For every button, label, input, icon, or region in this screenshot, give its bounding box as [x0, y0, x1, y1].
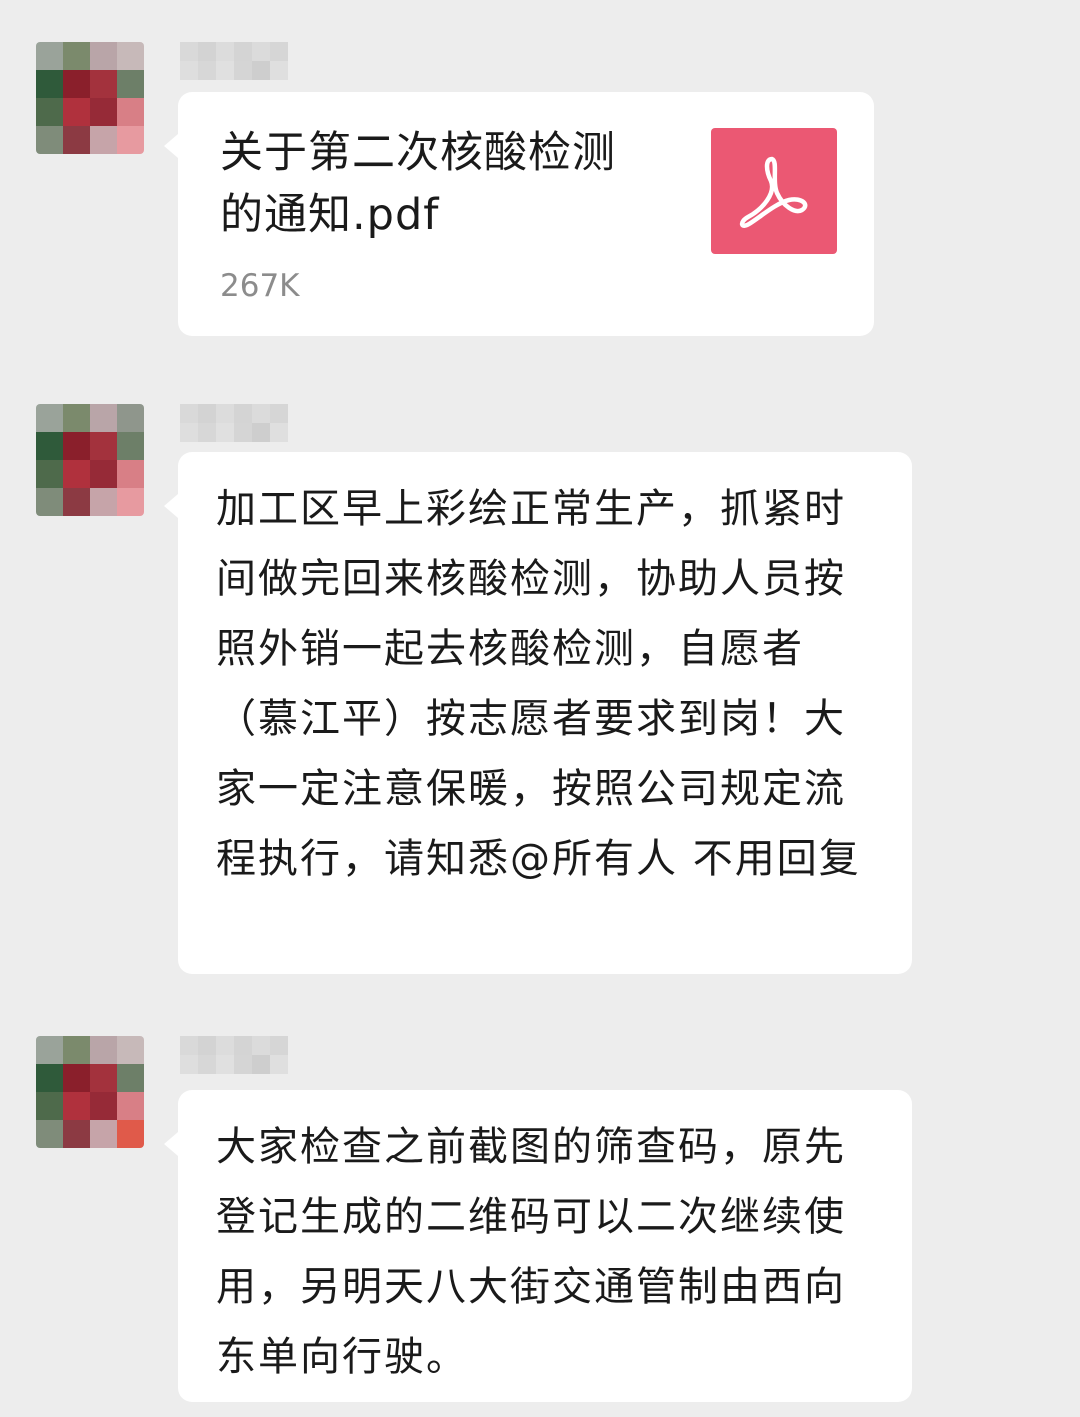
message-text: 大家检查之前截图的筛查码，原先登记生成的二维码可以二次继续使用，另明天八大街交通…: [216, 1124, 846, 1380]
sender-name: [180, 1036, 288, 1074]
file-message-bubble[interactable]: 关于第二次核酸检测的通知.pdf 267K: [164, 92, 874, 336]
sender-avatar[interactable]: [36, 42, 144, 154]
sender-avatar[interactable]: [36, 404, 144, 516]
text-message-bubble[interactable]: 加工区早上彩绘正常生产，抓紧时间做完回来核酸检测，协助人员按照外销一起去核酸检测…: [164, 452, 912, 974]
text-message-bubble[interactable]: 大家检查之前截图的筛查码，原先登记生成的二维码可以二次继续使用，另明天八大街交通…: [164, 1090, 912, 1402]
sender-name: [180, 404, 288, 442]
sender-avatar[interactable]: [36, 1036, 144, 1148]
message-text: 加工区早上彩绘正常生产，抓紧时间做完回来核酸检测，协助人员按照外销一起去核酸检测…: [216, 486, 861, 882]
file-size: 267K: [220, 268, 300, 304]
file-name: 关于第二次核酸检测的通知.pdf: [220, 128, 616, 240]
pdf-icon: [711, 128, 837, 254]
sender-name: [180, 42, 288, 80]
